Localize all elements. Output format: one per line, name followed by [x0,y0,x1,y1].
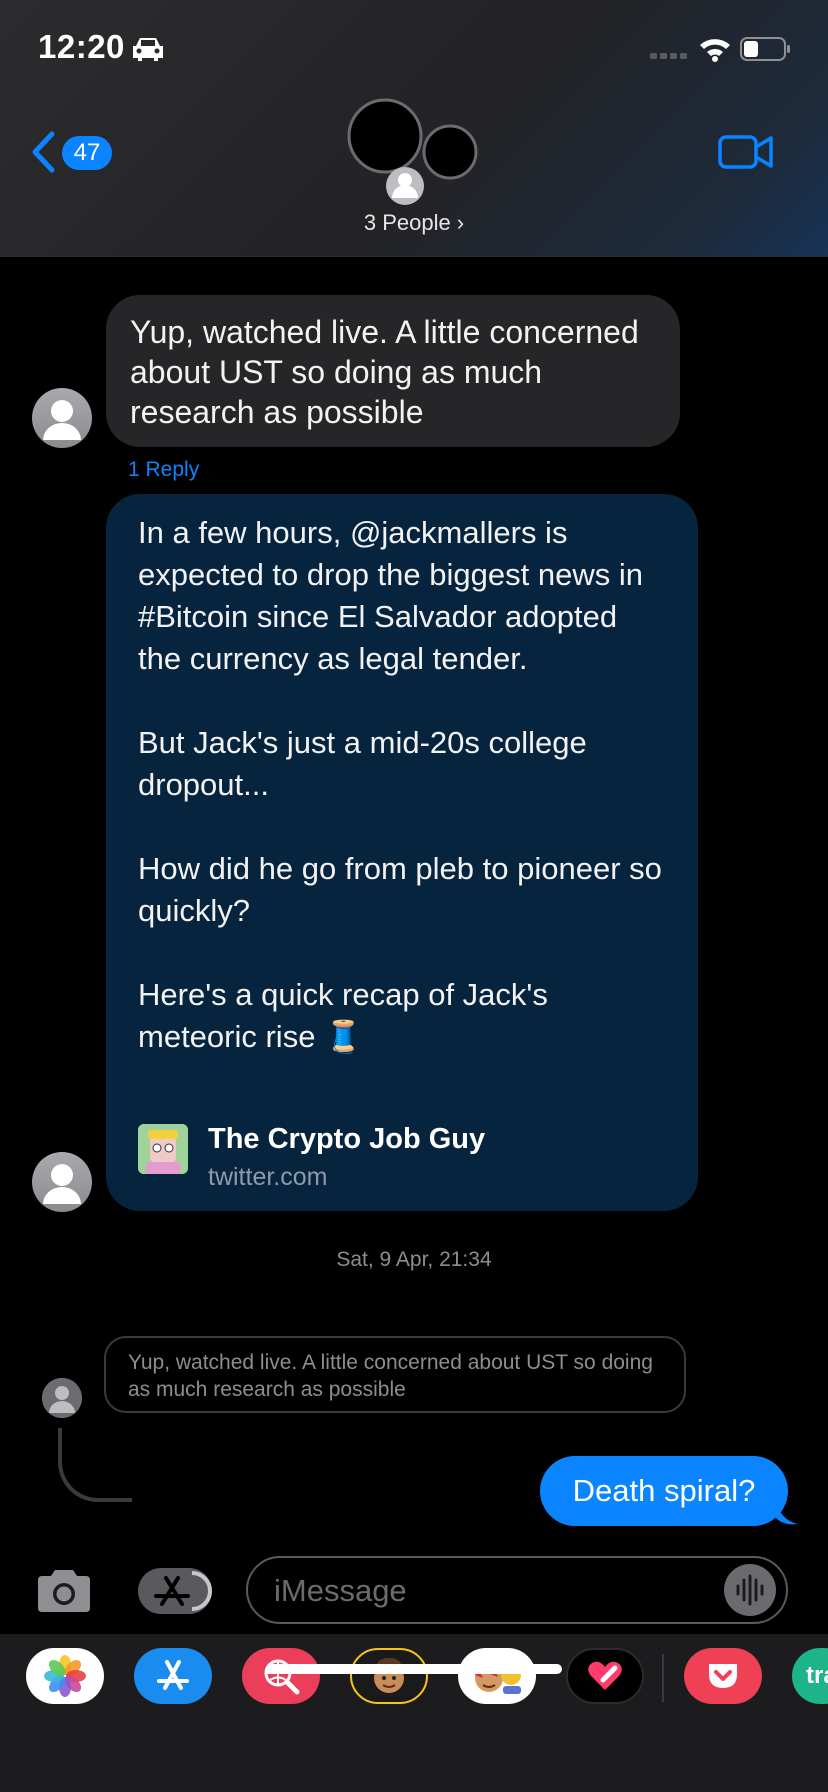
app-store-button[interactable] [138,1568,212,1614]
message-timestamp: Sat, 9 Apr, 21:34 [336,1248,492,1271]
pocket-icon [709,1664,737,1688]
bubble-tail [776,1500,798,1525]
heart-icon [588,1661,622,1690]
app-store-icon [154,1571,212,1611]
app-store-app-button[interactable] [134,1648,212,1704]
imessage-app-drawer: tra [0,1634,828,1792]
driving-focus-icon [133,38,163,61]
cellular-signal-icon [650,53,687,59]
app-store-icon [157,1660,189,1690]
sender-avatar-small [42,1378,82,1418]
memoji-stickers-icon [475,1664,521,1694]
wifi-icon [700,39,730,62]
group-name-label[interactable]: 3 People › [300,210,528,236]
partial-app-button[interactable]: tra [792,1648,828,1704]
battery-icon [740,37,790,61]
thread-reply-count[interactable]: 1 Reply [128,458,199,482]
drawer-divider [662,1654,664,1702]
audio-record-button[interactable] [724,1564,776,1616]
link-preview[interactable]: The Crypto Job Guy twitter.com [138,1118,658,1198]
quoted-reply-message[interactable]: Yup, watched live. A little concerned ab… [104,1336,686,1413]
link-thumbnail-art [138,1124,188,1174]
thread-connector-line [58,1428,132,1502]
status-time: 12:20 [38,28,125,65]
conversation-header: 12:20 47 3 People › [0,0,828,257]
person-icon [42,1378,82,1418]
message-paragraph: How did he go from pleb to pioneer so qu… [138,851,662,928]
group-avatars[interactable] [336,96,485,206]
waveform-icon [736,1574,764,1606]
memoji-face-icon [374,1657,404,1693]
unread-count-badge: 47 [62,136,112,170]
incoming-message-bubble[interactable]: Yup, watched live. A little concerned ab… [106,295,680,447]
camera-icon[interactable] [34,1568,94,1614]
sender-avatar[interactable] [32,1152,92,1212]
partial-app-label: tra [806,1662,828,1689]
person-icon [43,1164,81,1204]
group-avatars-image [336,98,478,205]
pocket-app-button[interactable] [684,1648,762,1704]
chevron-left-icon [32,131,55,173]
message-paragraph: Here's a quick recap of Jack's meteoric … [138,977,548,1054]
person-icon [43,400,81,440]
photos-icon [44,1655,86,1697]
message-paragraph: In a few hours, @jackmallers is expected… [138,515,643,676]
memoji-stickers-app-button[interactable] [458,1648,536,1704]
incoming-link-message-bubble[interactable]: In a few hours, @jackmallers is expected… [106,494,698,1211]
back-button[interactable]: 47 [30,128,120,176]
outgoing-message-bubble[interactable]: Death spiral? [540,1456,788,1526]
home-indicator[interactable] [266,1664,562,1674]
link-title: The Crypto Job Guy [208,1123,486,1155]
message-text-input[interactable] [272,1568,696,1614]
images-search-app-button[interactable] [242,1648,320,1704]
digital-touch-app-button[interactable] [566,1648,644,1704]
photos-app-button[interactable] [26,1648,104,1704]
globe-search-icon [264,1659,300,1695]
video-call-icon[interactable] [718,134,774,170]
link-domain: twitter.com [208,1163,328,1191]
link-thumbnail-image [138,1124,188,1174]
message-input-field[interactable] [246,1556,788,1624]
message-paragraph: But Jack's just a mid-20s college dropou… [138,725,587,802]
memoji-camera-app-button[interactable] [350,1648,428,1704]
sender-avatar[interactable] [32,388,92,448]
